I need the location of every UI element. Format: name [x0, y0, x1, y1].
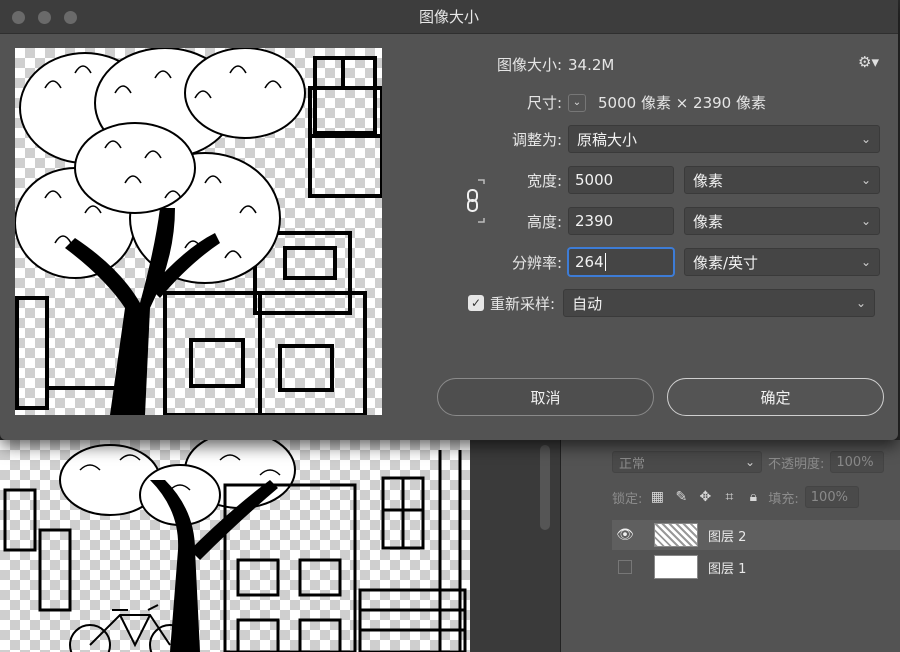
ok-label: 确定: [760, 388, 791, 407]
close-window-button[interactable]: [12, 11, 25, 24]
text-cursor: [604, 253, 606, 271]
chevron-down-icon: ⌄: [860, 255, 871, 269]
blend-mode-select[interactable]: 正常 ⌄: [612, 451, 762, 473]
resample-label: 重新采样:: [490, 294, 556, 313]
dialog-title: 图像大小: [418, 8, 479, 26]
dimensions-row: 尺寸: ⌄ 5000 像素 × 2390 像素: [462, 92, 766, 113]
width-value: 5000: [575, 171, 614, 189]
height-input[interactable]: 2390: [568, 207, 674, 235]
cancel-label: 取消: [530, 388, 561, 407]
chevron-down-icon: ⌄: [856, 296, 867, 310]
lock-image-pixels-icon[interactable]: ✎: [672, 488, 690, 506]
image-size-row: 图像大小: 34.2M: [462, 54, 614, 75]
resolution-value: 264: [575, 253, 604, 271]
opacity-label: 不透明度:: [768, 456, 825, 472]
chevron-down-icon: ⌄: [860, 132, 871, 146]
height-unit-select[interactable]: 像素 ⌄: [684, 207, 880, 235]
image-preview[interactable]: [15, 48, 382, 415]
lock-artboard-icon[interactable]: ⌗: [720, 488, 738, 506]
gear-icon[interactable]: ⚙▾: [858, 53, 879, 71]
lock-all-icon[interactable]: 🔒︎: [744, 488, 762, 506]
fit-to-value: 原稿大小: [577, 130, 638, 149]
height-row: 高度: 2390 像素 ⌄: [462, 207, 880, 235]
minimize-window-button[interactable]: [38, 11, 51, 24]
width-input[interactable]: 5000: [568, 166, 674, 194]
lock-row: 锁定: ▦ ✎ ✥ ⌗ 🔒︎ 填充: 100%: [612, 482, 859, 512]
layer-name: 图层 2: [708, 529, 747, 545]
layer-thumbnail: [654, 555, 698, 579]
chevron-down-icon: ⌄: [860, 214, 871, 228]
ok-button[interactable]: 确定: [667, 378, 884, 416]
opacity-field[interactable]: 100%: [830, 451, 885, 473]
width-unit-value: 像素: [693, 171, 724, 190]
layer-name: 图层 1: [708, 561, 747, 577]
fill-field[interactable]: 100%: [804, 486, 859, 508]
opacity-value: 100%: [836, 454, 874, 470]
canvas-illustration: [3, 440, 467, 652]
layer-thumbnail: [654, 523, 698, 547]
chevron-down-icon: ⌄: [860, 173, 871, 187]
fit-to-row: 调整为: 原稿大小 ⌄: [462, 125, 880, 153]
vertical-scrollbar[interactable]: [540, 445, 550, 530]
cancel-button[interactable]: 取消: [437, 378, 654, 416]
lock-position-icon[interactable]: ✥: [696, 488, 714, 506]
height-label: 高度:: [526, 212, 562, 231]
resample-row: ✓ 重新采样: 自动 ⌄: [468, 289, 876, 317]
image-size-value: 34.2M: [568, 55, 615, 74]
image-size-label: 图像大小:: [496, 56, 562, 74]
resolution-unit-select[interactable]: 像素/英寸 ⌄: [684, 248, 880, 276]
fit-to-label: 调整为:: [511, 130, 562, 149]
resolution-label: 分辨率:: [511, 253, 562, 272]
dimensions-unit-menu-button[interactable]: ⌄: [568, 93, 586, 112]
resolution-unit-value: 像素/英寸: [693, 253, 759, 272]
blend-row: 正常 ⌄ 不透明度: 100%: [612, 447, 885, 477]
fill-value: 100%: [810, 489, 848, 505]
width-row: 宽度: 5000 像素 ⌄: [462, 166, 880, 194]
zoom-window-button[interactable]: [64, 11, 77, 24]
dimensions-label: 尺寸:: [526, 94, 562, 112]
layer-row-2[interactable]: 👁︎ 图层 2: [612, 520, 900, 550]
height-unit-value: 像素: [693, 212, 724, 231]
preview-illustration: [15, 48, 382, 415]
resample-select[interactable]: 自动 ⌄: [563, 289, 876, 317]
resolution-input[interactable]: 264: [568, 248, 674, 276]
resolution-row: 分辨率: 264 像素/英寸 ⌄: [462, 248, 880, 276]
fill-label: 填充:: [768, 491, 799, 507]
width-label: 宽度:: [526, 171, 562, 190]
resample-checkbox[interactable]: ✓: [468, 295, 484, 311]
lock-transparent-pixels-icon[interactable]: ▦: [648, 488, 666, 506]
dimensions-value: 5000 像素 × 2390 像素: [598, 94, 766, 112]
fit-to-select[interactable]: 原稿大小 ⌄: [568, 125, 880, 153]
lock-label: 锁定:: [612, 491, 643, 507]
dialog-titlebar[interactable]: 图像大小: [0, 0, 898, 34]
resample-value: 自动: [572, 294, 603, 313]
height-value: 2390: [575, 212, 614, 230]
document-canvas[interactable]: [0, 440, 470, 652]
visibility-toggle-off[interactable]: [618, 560, 632, 574]
chevron-down-icon: ⌄: [744, 455, 755, 469]
width-unit-select[interactable]: 像素 ⌄: [684, 166, 880, 194]
image-size-dialog: 图像大小 ⚙▾ 图像大小: 34.2M 尺寸: ⌄ 5000 像素 × 2390…: [0, 0, 898, 440]
blend-mode-value: 正常: [619, 456, 646, 472]
eye-icon[interactable]: 👁︎: [612, 520, 638, 550]
layer-row-1[interactable]: 图层 1: [612, 552, 900, 582]
